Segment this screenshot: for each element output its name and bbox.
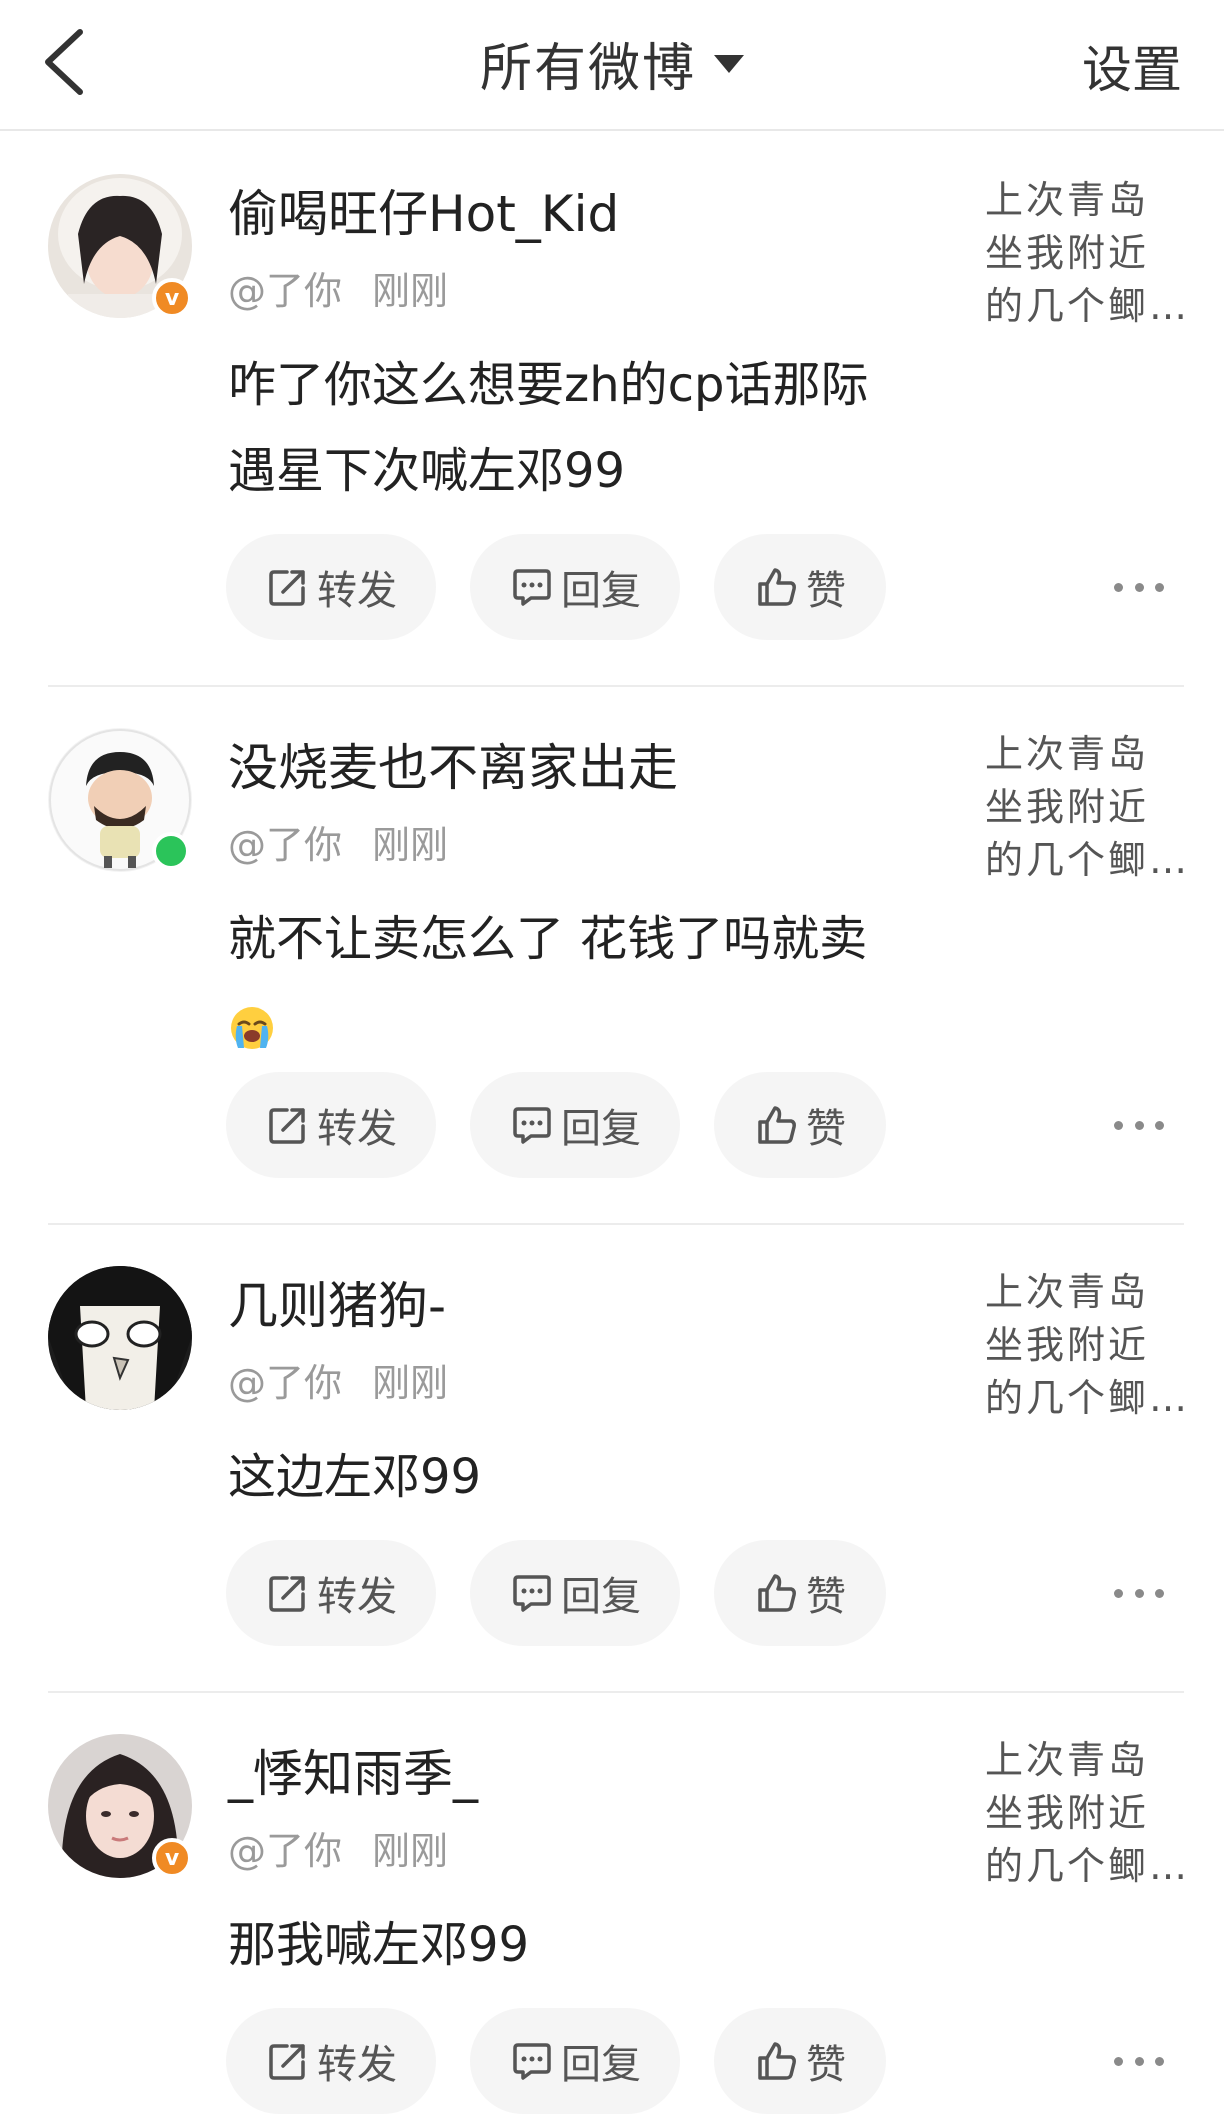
- thumbs-up-icon: [758, 1574, 796, 1612]
- preview-line: 的几个鲫…: [985, 838, 1185, 882]
- reply-label: 回复: [561, 1106, 641, 1152]
- comment-icon: [513, 2043, 551, 2080]
- thumbs-up-icon: [758, 568, 796, 606]
- like-label: 赞: [806, 1574, 846, 1620]
- preview-line: 的几个鲫…: [985, 1376, 1185, 1420]
- reply-label: 回复: [561, 2042, 641, 2088]
- mention-text: @了你: [228, 269, 343, 313]
- avatar[interactable]: v: [48, 1734, 192, 1878]
- preview-line: 上次青岛: [985, 1738, 1150, 1782]
- more-options-icon[interactable]: [1114, 577, 1164, 597]
- forward-button[interactable]: 转发: [226, 1072, 436, 1178]
- mention-item: v 偷喝旺仔Hot_Kid @了你 刚刚 咋了你这么想要zh的cp话那际 遇星下次…: [0, 132, 1224, 686]
- timestamp: 刚刚: [372, 269, 449, 313]
- comment-line: 就不让卖怎么了 花钱了吗就卖: [228, 911, 868, 967]
- user-name[interactable]: 偷喝旺仔Hot_Kid: [228, 174, 619, 246]
- comment-text[interactable]: 那我喊左邓99: [228, 1902, 908, 1988]
- share-icon: [269, 1108, 305, 1144]
- thumbs-up-icon: [758, 1106, 796, 1144]
- loudly-crying-face-emoji: [231, 1007, 273, 1049]
- user-name[interactable]: 几则猪狗-: [228, 1266, 446, 1338]
- comment-icon: [513, 1575, 551, 1612]
- caret-down-icon: [714, 54, 744, 73]
- reply-label: 回复: [561, 1574, 641, 1620]
- mention-item: v _悸知雨季_ @了你 刚刚 那我喊左邓99 上次青岛 坐我附近 的几个鲫… 转…: [0, 1692, 1224, 2123]
- preview-line: 坐我附近: [985, 231, 1150, 275]
- settings-button[interactable]: 设置: [1082, 30, 1182, 102]
- preview-line: 的几个鲫…: [985, 1844, 1185, 1888]
- avatar[interactable]: [48, 1266, 192, 1410]
- verified-badge-icon: v: [152, 278, 192, 318]
- comment-text[interactable]: 咋了你这么想要zh的cp话那际 遇星下次喊左邓99: [228, 342, 908, 514]
- avatar[interactable]: v: [48, 174, 192, 318]
- like-button[interactable]: 赞: [714, 534, 886, 640]
- source-post-preview[interactable]: 上次青岛 坐我附近 的几个鲫…: [985, 174, 1185, 333]
- like-label: 赞: [806, 2042, 846, 2088]
- thumbs-up-icon: [758, 2042, 796, 2080]
- more-options-icon[interactable]: [1114, 2051, 1164, 2071]
- mention-text: @了你: [228, 823, 343, 867]
- preview-line: 坐我附近: [985, 1791, 1150, 1835]
- forward-label: 转发: [317, 1574, 397, 1620]
- reply-label: 回复: [561, 568, 641, 614]
- timestamp: 刚刚: [372, 1361, 449, 1405]
- forward-button[interactable]: 转发: [226, 534, 436, 640]
- share-icon: [269, 570, 305, 606]
- forward-label: 转发: [317, 568, 397, 614]
- share-icon: [269, 1576, 305, 1612]
- comment-line: 遇星下次喊左邓99: [228, 443, 626, 499]
- mention-text: @了你: [228, 1829, 343, 1873]
- reply-button[interactable]: 回复: [470, 2008, 680, 2114]
- post-meta: @了你 刚刚: [228, 1820, 448, 1875]
- comment-icon: [513, 1107, 551, 1144]
- like-button[interactable]: 赞: [714, 2008, 886, 2114]
- like-button[interactable]: 赞: [714, 1540, 886, 1646]
- comment-text[interactable]: 就不让卖怎么了 花钱了吗就卖: [228, 896, 908, 1068]
- more-options-icon[interactable]: [1114, 1583, 1164, 1603]
- like-button[interactable]: 赞: [714, 1072, 886, 1178]
- preview-line: 上次青岛: [985, 732, 1150, 776]
- like-label: 赞: [806, 1106, 846, 1152]
- avatar[interactable]: [48, 728, 192, 872]
- verified-badge-icon: v: [152, 1838, 192, 1878]
- reply-button[interactable]: 回复: [470, 534, 680, 640]
- more-options-icon[interactable]: [1114, 1115, 1164, 1135]
- mention-item: 几则猪狗- @了你 刚刚 这边左邓99 上次青岛 坐我附近 的几个鲫… 转发 回复…: [0, 1224, 1224, 1692]
- forward-button[interactable]: 转发: [226, 2008, 436, 2114]
- preview-line: 坐我附近: [985, 1323, 1150, 1367]
- comment-line: 那我喊左邓99: [228, 1917, 530, 1973]
- forward-label: 转发: [317, 2042, 397, 2088]
- title-dropdown[interactable]: 所有微博: [0, 26, 1224, 101]
- online-status-icon: [152, 832, 190, 870]
- timestamp: 刚刚: [372, 1829, 449, 1873]
- source-post-preview[interactable]: 上次青岛 坐我附近 的几个鲫…: [985, 728, 1185, 887]
- reply-button[interactable]: 回复: [470, 1072, 680, 1178]
- comment-text[interactable]: 这边左邓99: [228, 1434, 908, 1520]
- preview-line: 坐我附近: [985, 785, 1150, 829]
- post-meta: @了你 刚刚: [228, 814, 448, 869]
- top-bar: 所有微博 设置: [0, 0, 1224, 131]
- share-icon: [269, 2044, 305, 2080]
- forward-button[interactable]: 转发: [226, 1540, 436, 1646]
- comment-line: 这边左邓99: [228, 1449, 482, 1505]
- user-name[interactable]: 没烧麦也不离家出走: [228, 728, 678, 800]
- preview-line: 上次青岛: [985, 1270, 1150, 1314]
- comment-icon: [513, 569, 551, 606]
- reply-button[interactable]: 回复: [470, 1540, 680, 1646]
- user-avatar-image: [48, 1266, 192, 1410]
- source-post-preview[interactable]: 上次青岛 坐我附近 的几个鲫…: [985, 1266, 1185, 1425]
- preview-line: 的几个鲫…: [985, 284, 1185, 328]
- mention-text: @了你: [228, 1361, 343, 1405]
- page-title: 所有微博: [479, 39, 696, 99]
- mention-item: 没烧麦也不离家出走 @了你 刚刚 就不让卖怎么了 花钱了吗就卖 上次青岛 坐我附近…: [0, 686, 1224, 1224]
- post-meta: @了你 刚刚: [228, 1352, 448, 1407]
- user-name[interactable]: _悸知雨季_: [228, 1734, 478, 1806]
- preview-line: 上次青岛: [985, 178, 1150, 222]
- source-post-preview[interactable]: 上次青岛 坐我附近 的几个鲫…: [985, 1734, 1185, 1893]
- like-label: 赞: [806, 568, 846, 614]
- comment-line: 咋了你这么想要zh的cp话那际: [228, 357, 869, 413]
- timestamp: 刚刚: [372, 823, 449, 867]
- post-meta: @了你 刚刚: [228, 260, 448, 315]
- forward-label: 转发: [317, 1106, 397, 1152]
